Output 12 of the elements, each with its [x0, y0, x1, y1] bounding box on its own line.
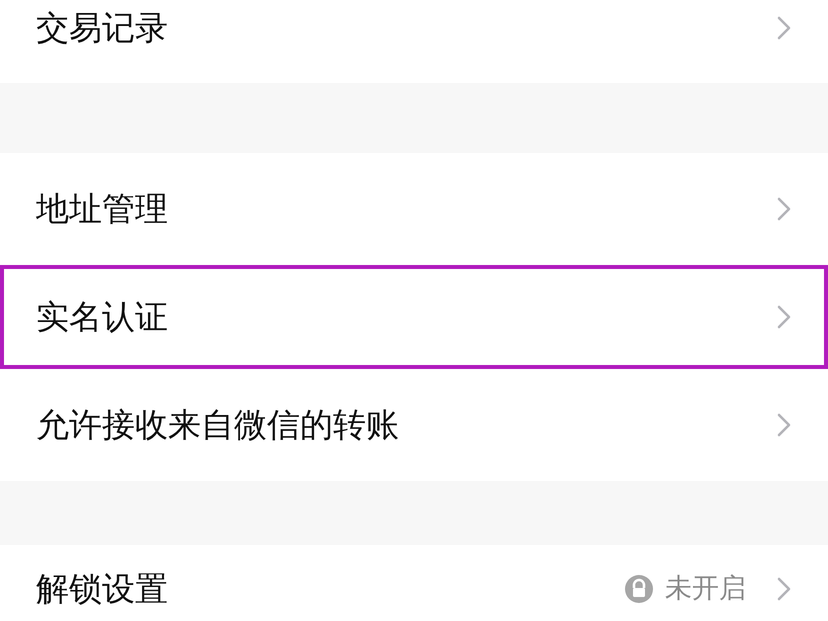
- chevron-right-icon: [776, 412, 792, 438]
- row-label: 交易记录: [36, 6, 169, 49]
- settings-row[interactable]: 实名认证: [0, 265, 828, 369]
- row-label: 允许接收来自微信的转账: [36, 404, 400, 446]
- row-label: 地址管理: [36, 188, 169, 230]
- chevron-right-icon: [776, 14, 792, 40]
- chevron-right-icon: [776, 196, 792, 222]
- row-label: 实名认证: [36, 296, 169, 338]
- chevron-right-icon: [776, 304, 792, 330]
- row-label: 解锁设置: [36, 568, 169, 610]
- chevron-right-icon: [776, 576, 792, 602]
- status-text: 未开启: [665, 572, 746, 606]
